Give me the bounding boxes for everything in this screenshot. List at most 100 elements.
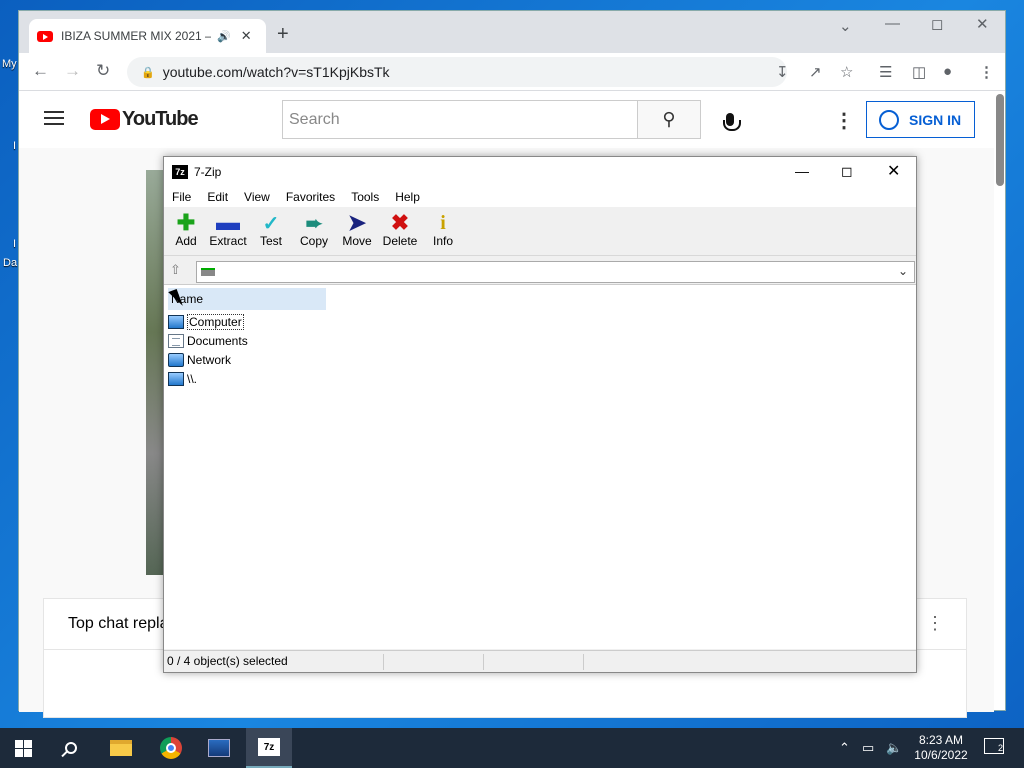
delete-x-icon: ✖ (390, 210, 410, 235)
info-button[interactable]: i Info (421, 212, 465, 254)
7zip-toolbar: ✚ Add ▬ Extract ✓ Test ➨ Copy ➤ Move ✖ D… (164, 208, 916, 256)
test-button[interactable]: ✓ Test (249, 212, 293, 254)
search-button[interactable]: ⚲ (638, 100, 701, 139)
chevron-down-icon[interactable]: ⌄ (898, 264, 908, 278)
speaker-icon[interactable]: 🔊 (217, 30, 231, 43)
list-item[interactable]: Documents (168, 331, 248, 350)
share-icon[interactable]: ↗ (809, 63, 822, 81)
menu-edit[interactable]: Edit (199, 190, 236, 204)
move-button[interactable]: ➤ Move (335, 210, 379, 254)
start-button[interactable] (0, 728, 46, 768)
desktop-icon-label[interactable]: I (13, 140, 16, 152)
media-controls-icon[interactable]: ☰ (879, 63, 892, 81)
extract-button[interactable]: ▬ Extract (206, 209, 250, 254)
chrome-menu-icon[interactable]: ⋮ (979, 63, 994, 81)
copy-button[interactable]: ➨ Copy (292, 212, 336, 254)
extract-label: Extract (209, 234, 247, 248)
side-panel-icon[interactable]: ◫ (912, 63, 926, 81)
chrome-taskbar-button[interactable] (148, 728, 194, 768)
chrome-icon (160, 737, 182, 759)
forward-icon[interactable]: → (64, 61, 81, 81)
7zip-titlebar: 7z 7-Zip — ◻ ✕ (164, 157, 916, 187)
delete-button[interactable]: ✖ Delete (378, 210, 422, 254)
page-scrollbar[interactable] (996, 94, 1004, 186)
test-label: Test (259, 234, 282, 248)
file-list[interactable]: Name Computer Documents Network \\. (164, 284, 916, 649)
file-explorer-button[interactable] (98, 728, 144, 768)
sign-in-button[interactable]: SIGN IN (866, 101, 975, 138)
search-icon (65, 742, 77, 754)
menu-favorites[interactable]: Favorites (278, 190, 343, 204)
url-text[interactable]: youtube.com/watch?v=sT1KpjKbsTk (163, 64, 390, 80)
menu-tools[interactable]: Tools (343, 190, 387, 204)
check-icon: ✓ (262, 212, 280, 235)
delete-label: Delete (382, 234, 418, 248)
search-input[interactable]: Search (282, 100, 638, 139)
tray-chevron-icon[interactable]: ⌃ (839, 740, 850, 756)
close-window-icon[interactable]: ✕ (976, 15, 989, 33)
info-label: Info (432, 234, 453, 248)
bookmark-star-icon[interactable]: ☆ (840, 63, 853, 81)
minimize-icon[interactable]: — (885, 15, 900, 32)
youtube-logo[interactable]: YouTube (90, 108, 199, 131)
status-divider (383, 654, 384, 670)
new-tab-icon[interactable]: + (277, 23, 289, 46)
youtube-header: YouTube Search ⚲ ⋮ SIGN IN (19, 92, 1005, 148)
search-taskbar-button[interactable] (48, 728, 94, 768)
desktop-icon-label[interactable]: My (2, 58, 17, 70)
install-icon[interactable]: ↧ (776, 63, 789, 81)
column-header-name[interactable]: Name (168, 288, 326, 310)
close-tab-icon[interactable]: ✕ (241, 28, 252, 44)
menu-view[interactable]: View (236, 190, 278, 204)
network-icon (168, 352, 184, 367)
notification-count: 2 (997, 743, 1003, 753)
status-divider (583, 654, 584, 670)
plus-icon: ✚ (176, 210, 196, 235)
tab-search-icon[interactable]: ⌄ (839, 17, 852, 35)
desktop-icon-label[interactable]: I (13, 238, 16, 250)
drive-icon (201, 268, 215, 276)
list-item[interactable]: \\. (168, 369, 197, 388)
maximize-icon[interactable]: ◻ (931, 15, 943, 33)
list-item[interactable]: Network (168, 350, 231, 369)
maximize-icon[interactable]: ◻ (841, 163, 853, 180)
close-window-icon[interactable]: ✕ (887, 161, 900, 181)
chat-menu-icon[interactable]: ⋮ (926, 613, 944, 634)
notifications-icon[interactable]: 2 (984, 738, 1004, 754)
list-item-label: Documents (187, 333, 248, 348)
sign-in-label: SIGN IN (909, 111, 962, 128)
chat-title[interactable]: Top chat repla (68, 615, 169, 633)
add-button[interactable]: ✚ Add (164, 210, 208, 254)
clock[interactable]: 8:23 AM 10/6/2022 (912, 733, 970, 763)
info-icon: i (440, 211, 446, 234)
browser-tab[interactable]: IBIZA SUMMER MIX 2021 – 🔊 ✕ (29, 19, 266, 53)
back-icon[interactable]: ← (32, 61, 49, 81)
volume-icon[interactable]: 🔈 (886, 740, 902, 756)
tab-strip: IBIZA SUMMER MIX 2021 – 🔊 ✕ + ⌄ — ◻ ✕ (19, 11, 1005, 53)
profile-icon[interactable]: ● (943, 63, 952, 80)
status-bar: 0 / 4 object(s) selected (164, 650, 916, 672)
menu-bar: File Edit View Favorites Tools Help (164, 187, 916, 207)
menu-file[interactable]: File (164, 190, 199, 204)
hamburger-menu-icon[interactable] (44, 111, 64, 125)
add-label: Add (175, 234, 197, 248)
status-text: 0 / 4 object(s) selected (167, 654, 288, 668)
list-item-label: \\. (187, 371, 198, 386)
7zip-logo-icon: 7z (172, 165, 188, 179)
clock-date: 10/6/2022 (914, 748, 968, 762)
list-item[interactable]: Computer (168, 312, 244, 331)
menu-help[interactable]: Help (387, 190, 428, 204)
settings-kebab-icon[interactable]: ⋮ (834, 108, 854, 133)
photos-taskbar-button[interactable] (196, 728, 242, 768)
search-icon: ⚲ (662, 109, 676, 129)
lock-icon[interactable]: 🔒 (141, 66, 155, 79)
folder-up-icon[interactable]: ⇧ (170, 262, 188, 280)
reload-icon[interactable]: ↻ (96, 61, 110, 81)
voice-search-button[interactable] (717, 104, 743, 134)
path-combobox[interactable]: ⌄ (196, 261, 915, 283)
minimize-icon[interactable]: — (795, 163, 809, 179)
7zip-taskbar-button[interactable]: 7z (246, 728, 292, 768)
address-bar[interactable]: 🔒 youtube.com/watch?v=sT1KpjKbsTk (127, 57, 787, 87)
network-tray-icon[interactable]: ▭ (862, 740, 874, 756)
desktop-icon-label[interactable]: Da (3, 257, 17, 269)
